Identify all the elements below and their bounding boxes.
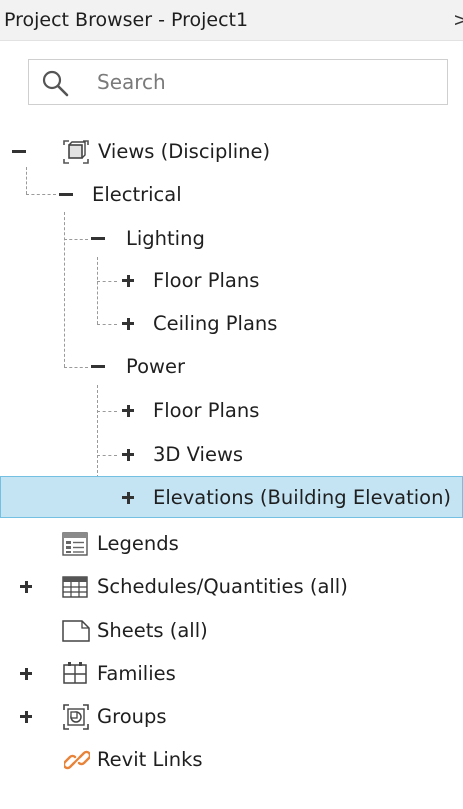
- tree-node-schedules[interactable]: Schedules/Quantities (all): [0, 569, 463, 605]
- panel-title: Project Browser - Project1: [4, 9, 249, 31]
- close-icon[interactable]: >: [453, 0, 463, 41]
- link-icon: [64, 750, 90, 770]
- views-icon: [63, 140, 89, 164]
- tree-node-groups[interactable]: Groups: [0, 699, 463, 735]
- tree-node-label: Revit Links: [97, 748, 203, 771]
- expand-icon[interactable]: [119, 263, 137, 299]
- collapse-icon[interactable]: [57, 177, 75, 213]
- search-icon: [42, 70, 69, 97]
- tree-node-revit-links[interactable]: Revit Links: [0, 742, 463, 778]
- expand-icon[interactable]: [17, 569, 35, 605]
- collapse-icon[interactable]: [89, 349, 107, 385]
- schedule-icon: [62, 576, 88, 598]
- tree-node-label: Lighting: [126, 227, 205, 250]
- tree-node-power[interactable]: Power: [0, 349, 463, 385]
- sheet-icon: [62, 620, 90, 642]
- tree-node-power-floor-plans[interactable]: Floor Plans: [0, 393, 463, 429]
- legend-icon: [62, 532, 88, 556]
- tree-node-power-3d-views[interactable]: 3D Views: [0, 437, 463, 473]
- expand-icon[interactable]: [119, 393, 137, 429]
- tree-node-label: Groups: [97, 705, 167, 728]
- tree-node-families[interactable]: Families: [0, 656, 463, 692]
- expand-icon[interactable]: [17, 699, 35, 735]
- tree-node-lighting-floor-plans[interactable]: Floor Plans: [0, 263, 463, 299]
- tree-node-power-elevations[interactable]: Elevations (Building Elevation): [0, 476, 463, 518]
- tree-node-lighting-ceiling-plans[interactable]: Ceiling Plans: [0, 306, 463, 342]
- tree-node-views[interactable]: Views (Discipline): [0, 134, 463, 170]
- tree-node-label: Ceiling Plans: [153, 312, 278, 335]
- tree-node-label: Floor Plans: [153, 399, 260, 422]
- tree-node-label: Views (Discipline): [98, 140, 271, 163]
- groups-icon: [63, 704, 89, 730]
- tree-node-electrical[interactable]: Electrical: [0, 177, 463, 213]
- tree-node-label: Elevations (Building Elevation): [153, 486, 452, 509]
- search-input[interactable]: [97, 60, 437, 104]
- expand-icon[interactable]: [119, 306, 137, 342]
- expand-icon[interactable]: [17, 656, 35, 692]
- tree-node-label: Power: [126, 355, 185, 378]
- tree-node-label: 3D Views: [153, 443, 244, 466]
- tree-node-label: Schedules/Quantities (all): [97, 575, 348, 598]
- tree-node-label: Floor Plans: [153, 269, 260, 292]
- tree-node-label: Families: [97, 662, 176, 685]
- expand-icon[interactable]: [119, 480, 137, 516]
- tree-node-label: Legends: [97, 532, 179, 555]
- tree-node-sheets[interactable]: Sheets (all): [0, 613, 463, 649]
- tree-node-lighting[interactable]: Lighting: [0, 221, 463, 257]
- expand-icon[interactable]: [119, 437, 137, 473]
- panel-title-bar: Project Browser - Project1: [0, 0, 463, 41]
- families-icon: [63, 662, 87, 684]
- tree-node-label: Electrical: [92, 183, 182, 206]
- search-box[interactable]: [28, 59, 448, 105]
- tree-node-label: Sheets (all): [97, 619, 208, 642]
- collapse-icon[interactable]: [10, 134, 28, 170]
- collapse-icon[interactable]: [89, 221, 107, 257]
- tree-node-legends[interactable]: Legends: [0, 526, 463, 562]
